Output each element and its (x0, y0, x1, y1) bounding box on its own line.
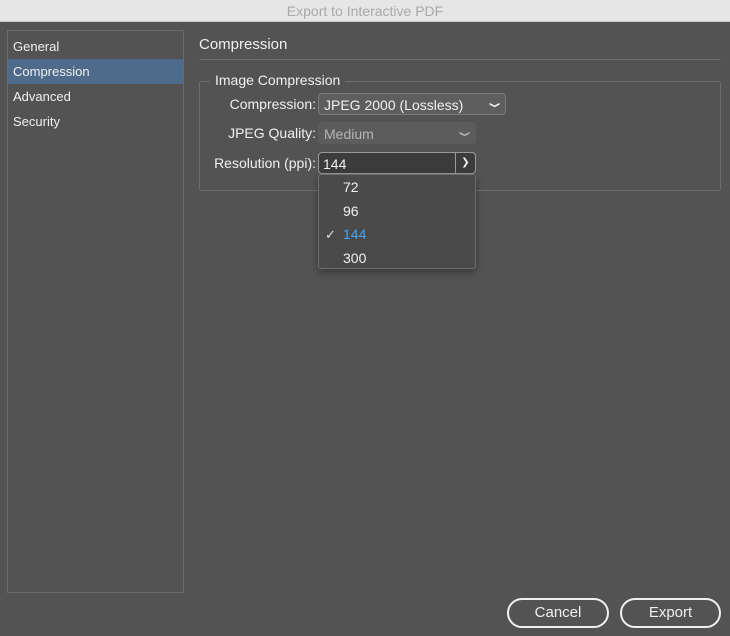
option-label: 72 (343, 179, 359, 195)
resolution-label: Resolution (ppi): (214, 155, 316, 171)
option-label: 300 (343, 249, 367, 266)
jpeg-quality-label: JPEG Quality: (228, 125, 316, 141)
window-title-bar: Export to Interactive PDF (0, 0, 730, 22)
cancel-button[interactable]: Cancel (507, 598, 609, 628)
compression-select[interactable]: JPEG 2000 (Lossless) ❯ (318, 93, 506, 115)
compression-value: JPEG 2000 (Lossless) (324, 97, 464, 113)
compression-label: Compression: (229, 96, 316, 112)
resolution-option-72[interactable]: 72 (319, 176, 475, 200)
panel-divider (199, 59, 721, 60)
export-button[interactable]: Export (620, 598, 721, 628)
group-title: Image Compression (210, 72, 346, 88)
resolution-option-300[interactable]: 300 (319, 247, 475, 271)
checkmark-icon: ✓ (325, 227, 336, 242)
sidebar-item-advanced[interactable]: Advanced (8, 84, 183, 109)
chevron-down-icon: ❯ (458, 130, 470, 138)
resolution-value: 144 (323, 156, 347, 172)
chevron-down-icon: ❯ (488, 101, 500, 109)
sidebar-item-general[interactable]: General (8, 34, 183, 59)
sidebar: General Compression Advanced Security (7, 30, 184, 593)
resolution-option-144[interactable]: ✓ 144 (319, 223, 475, 247)
chevron-down-icon[interactable]: ❯ (455, 153, 475, 173)
resolution-dropdown: 72 96 ✓ 144 300 (318, 174, 476, 269)
option-label: 144 (343, 226, 367, 242)
sidebar-item-security[interactable]: Security (8, 109, 183, 134)
jpeg-quality-value: Medium (324, 126, 374, 142)
sidebar-item-compression[interactable]: Compression (8, 59, 183, 84)
option-label: 96 (343, 202, 359, 219)
window-title: Export to Interactive PDF (286, 3, 444, 19)
resolution-option-96[interactable]: 96 (319, 200, 475, 224)
jpeg-quality-select: Medium ❯ (318, 122, 476, 144)
resolution-combobox[interactable]: 144 ❯ (318, 152, 476, 174)
panel-title: Compression (199, 36, 288, 53)
